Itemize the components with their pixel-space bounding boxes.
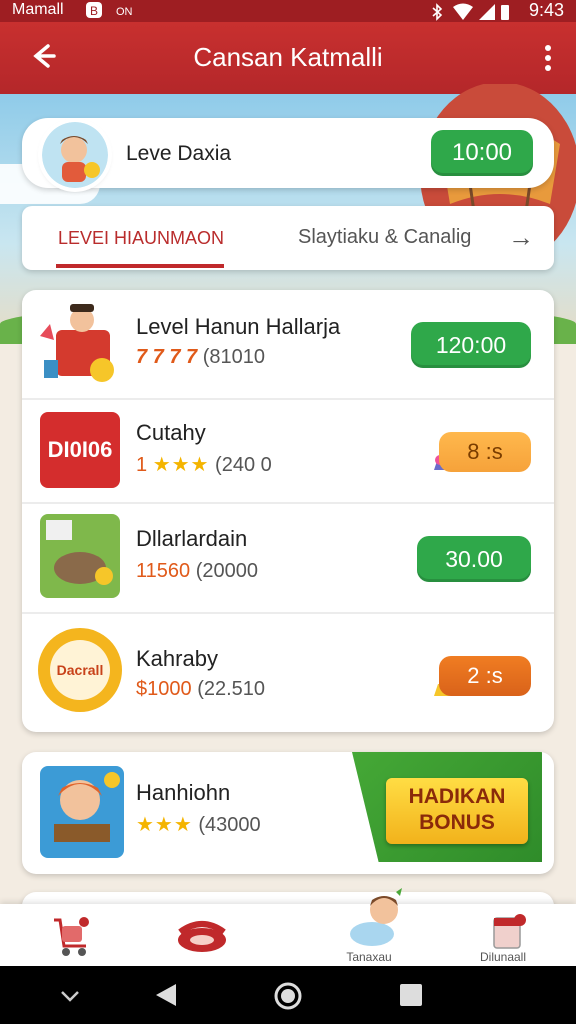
list-item[interactable]: DI0I06 Cutahy 1 ★★★ (240 0 8 :s (22, 400, 554, 502)
item-rating: 7 7 7 7 (136, 346, 198, 368)
document-icon (493, 914, 526, 949)
profile-time-button[interactable]: 10:00 (431, 130, 533, 176)
tab-next-arrow-icon[interactable]: → (508, 222, 534, 253)
row-badge-thumbnail: Dacrall (38, 628, 122, 712)
battery-icon (500, 3, 510, 24)
active-tab-indicator (56, 264, 224, 268)
item-meta: $1000 (22.510 (136, 678, 265, 701)
nfc-icon: ON (116, 3, 136, 22)
more-options-button[interactable] (538, 40, 558, 76)
item-meta: 7 7 7 7 (81010 (136, 346, 265, 369)
system-navigation-bar (0, 966, 576, 1024)
nav-cart-button[interactable] (46, 912, 94, 960)
row-thumbnail (40, 766, 124, 858)
character-avatar-icon (350, 888, 402, 946)
list-item[interactable]: Dacrall Kahraby $1000 (22.510 2 :s (22, 614, 554, 732)
item-action-button[interactable]: 120:00 (411, 322, 531, 368)
item-meta: ★★★ (43000 (136, 812, 261, 837)
item-count: (20000 (195, 560, 258, 582)
row-thumbnail (36, 300, 122, 386)
item-list: Level Hanun Hallarja 7 7 7 7 (81010 120:… (22, 290, 554, 732)
nav-label: Tanaxau (346, 950, 392, 964)
system-back-button[interactable] (152, 980, 182, 1010)
cart-icon (54, 917, 89, 956)
item-action-button[interactable]: 8 :s (439, 432, 531, 472)
item-count: (22.510 (197, 678, 266, 700)
profile-name: Leve Daxia (126, 142, 232, 165)
app-notification-icon: B (84, 0, 104, 23)
tab-level[interactable]: LEVEI HIAUNMAON (58, 228, 224, 249)
carrier-name: Mamall (12, 1, 64, 18)
item-rating: $1000 (136, 678, 192, 700)
badge-label: Dacrall (50, 640, 110, 700)
wifi-icon (452, 3, 474, 24)
chevron-down-icon (61, 991, 79, 1002)
status-clock: 9:43 (528, 0, 564, 20)
item-title: Hanhiohn (136, 780, 231, 805)
system-home-button[interactable] (272, 980, 304, 1012)
bonus-button[interactable]: HADIKAN BONUS (386, 778, 528, 844)
user-avatar (42, 122, 108, 188)
system-recents-button[interactable] (398, 982, 424, 1008)
star-rating-icon: ★★★ (152, 454, 210, 476)
page-title: Cansan Katmalli (193, 42, 383, 72)
bottom-navigation: Tanaxau Dilunaall (0, 888, 576, 966)
item-title: Cutahy (136, 420, 206, 445)
row-badge-thumbnail: DI0I06 (40, 412, 120, 488)
bonus-label-line1: HADIKAN (408, 785, 506, 808)
bluetooth-icon (430, 3, 444, 24)
item-count: (81010 (202, 346, 266, 368)
svg-text:B: B (90, 4, 98, 18)
home-circle-icon (274, 982, 302, 1010)
hide-keyboard-button[interactable] (58, 986, 82, 1006)
more-vertical-icon (545, 45, 551, 71)
candy-icon (178, 921, 226, 952)
list-item[interactable]: Dllarlardain 11560 (20000 30.00 (22, 504, 554, 612)
star-rating-icon: ★★★ (136, 814, 193, 836)
item-rating: 1 (136, 454, 148, 476)
back-triangle-icon (156, 984, 176, 1006)
nav-label: Dilunaall (479, 950, 527, 964)
tab-second[interactable]: Slaytiaku & Canalig (298, 226, 471, 249)
item-rating: 11560 (136, 560, 191, 582)
item-count: (240 0 (215, 454, 272, 476)
item-meta: 1 ★★★ (240 0 (136, 452, 272, 477)
nav-sweets-button[interactable] (170, 912, 234, 960)
item-title: Kahraby (136, 646, 218, 671)
status-bar: Mamall B ON 9:43 (0, 0, 576, 22)
bonus-item-card[interactable]: Hanhiohn ★★★ (43000 HADIKAN BONUS (22, 752, 554, 874)
profile-card[interactable]: Leve Daxia 10:00 (22, 118, 554, 188)
item-action-button[interactable]: 2 :s (439, 656, 531, 696)
svg-text:ON: ON (116, 6, 133, 18)
item-action-button[interactable]: 30.00 (417, 536, 531, 582)
bonus-label-line2: BONUS (419, 811, 495, 834)
item-count: (43000 (198, 814, 261, 836)
nav-character-button[interactable] (346, 888, 406, 948)
item-meta: 11560 (20000 (136, 560, 258, 583)
recents-square-icon (400, 984, 422, 1006)
signal-icon (478, 3, 496, 24)
nav-files-button[interactable] (488, 912, 528, 952)
row-thumbnail (40, 514, 120, 598)
item-title: Level Hanun Hallarja (136, 314, 341, 339)
list-item[interactable]: Level Hanun Hallarja 7 7 7 7 (81010 120:… (22, 290, 554, 398)
item-title: Dllarlardain (136, 526, 248, 551)
tab-bar: LEVEI HIAUNMAON Slaytiaku & Canalig → (22, 206, 554, 270)
